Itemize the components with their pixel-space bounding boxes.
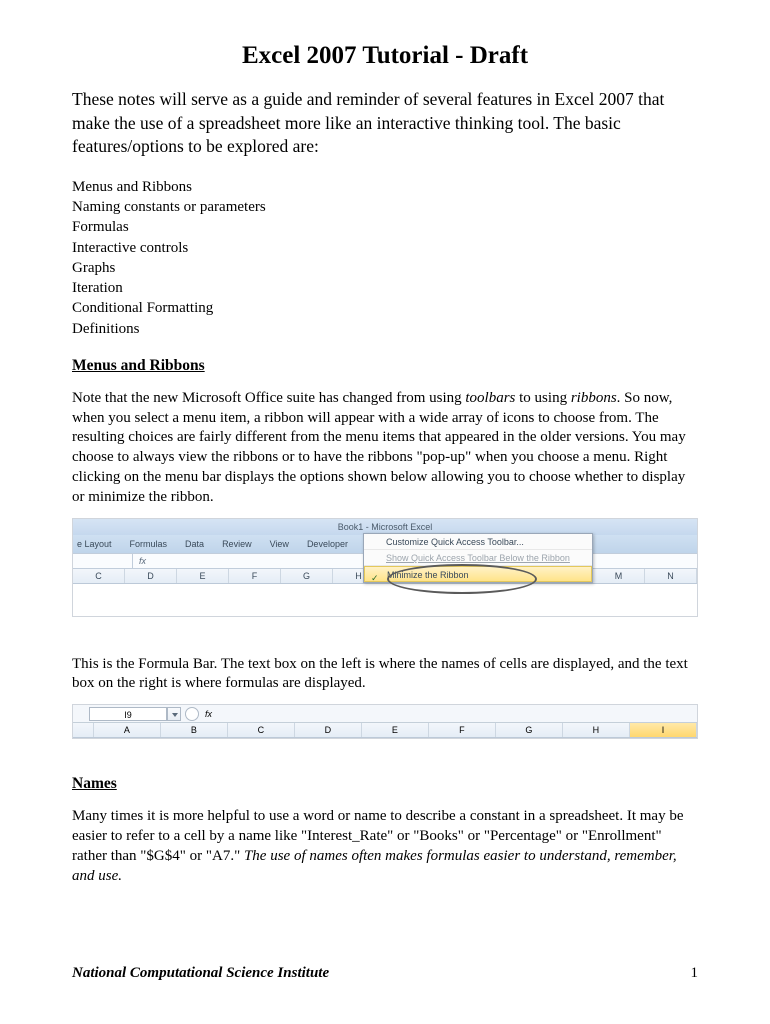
dropdown-arrow-icon (167, 707, 181, 721)
col-header-corner (73, 723, 94, 737)
col-header: F (429, 723, 496, 737)
col-header: E (177, 569, 229, 583)
text: Note that the new Microsoft Office suite… (72, 390, 465, 406)
feature-item: Interactive controls (72, 238, 698, 258)
col-header: D (125, 569, 177, 583)
feature-item: Graphs (72, 258, 698, 278)
ribbon-tab: Review (222, 539, 252, 549)
feature-item: Formulas (72, 217, 698, 237)
fx-label: fx (199, 709, 212, 719)
menus-paragraph: Note that the new Microsoft Office suite… (72, 389, 698, 508)
context-menu: Customize Quick Access Toolbar... Show Q… (363, 533, 593, 583)
col-header: G (281, 569, 333, 583)
context-menu-item: Show Quick Access Toolbar Below the Ribb… (364, 550, 592, 566)
col-header: B (161, 723, 228, 737)
feature-item: Definitions (72, 319, 698, 339)
name-box: I9 (89, 707, 167, 721)
ribbon-tab: Formulas (130, 539, 168, 549)
section-heading-names: Names (72, 775, 698, 793)
col-header: C (73, 569, 125, 583)
text-italic: ribbons (571, 390, 617, 406)
section-heading-menus: Menus and Ribbons (72, 357, 698, 375)
text: . So now, when you select a menu item, a… (72, 390, 686, 505)
context-menu-item-highlighted: ✓ Minimize the Ribbon (364, 566, 592, 582)
col-header: C (228, 723, 295, 737)
excel-grid (73, 584, 697, 616)
excel-namebox-screenshot: I9 fx A B C D E F G H I (72, 704, 698, 739)
col-header: N (645, 569, 697, 583)
context-menu-item: Customize Quick Access Toolbar... (364, 534, 592, 550)
circle-button (185, 707, 199, 721)
page-footer: National Computational Science Institute… (72, 965, 698, 982)
intro-paragraph: These notes will serve as a guide and re… (72, 88, 698, 159)
ribbon-tab: View (270, 539, 289, 549)
col-header: A (94, 723, 161, 737)
col-header-selected: I (630, 723, 697, 737)
namebox-row: I9 fx (73, 705, 697, 723)
feature-item: Conditional Formatting (72, 298, 698, 318)
ribbon-tab: Data (185, 539, 204, 549)
feature-item: Iteration (72, 278, 698, 298)
context-menu-label: Minimize the Ribbon (387, 570, 469, 580)
feature-item: Naming constants or parameters (72, 197, 698, 217)
col-header: F (229, 569, 281, 583)
ribbon-tab: e Layout (77, 539, 112, 549)
feature-item: Menus and Ribbons (72, 177, 698, 197)
text-italic: toolbars (465, 390, 515, 406)
text: to using (515, 390, 570, 406)
fx-label: fx (133, 556, 146, 566)
ribbon-tab: Developer (307, 539, 348, 549)
page-number: 1 (691, 965, 699, 982)
col-header: M (593, 569, 645, 583)
check-icon: ✓ (371, 570, 379, 578)
col-header: H (563, 723, 630, 737)
col-header: E (362, 723, 429, 737)
feature-list: Menus and Ribbons Naming constants or pa… (72, 177, 698, 339)
page-title: Excel 2007 Tutorial - Draft (72, 42, 698, 70)
column-headers: A B C D E F G H I (73, 723, 697, 738)
footer-organization: National Computational Science Institute (72, 965, 329, 982)
formula-bar-paragraph: This is the Formula Bar. The text box on… (72, 655, 698, 695)
names-paragraph: Many times it is more helpful to use a w… (72, 807, 698, 886)
col-header: D (295, 723, 362, 737)
col-header: G (496, 723, 563, 737)
name-box (73, 553, 133, 569)
excel-ribbon-screenshot: Book1 - Microsoft Excel e Layout Formula… (72, 518, 698, 617)
